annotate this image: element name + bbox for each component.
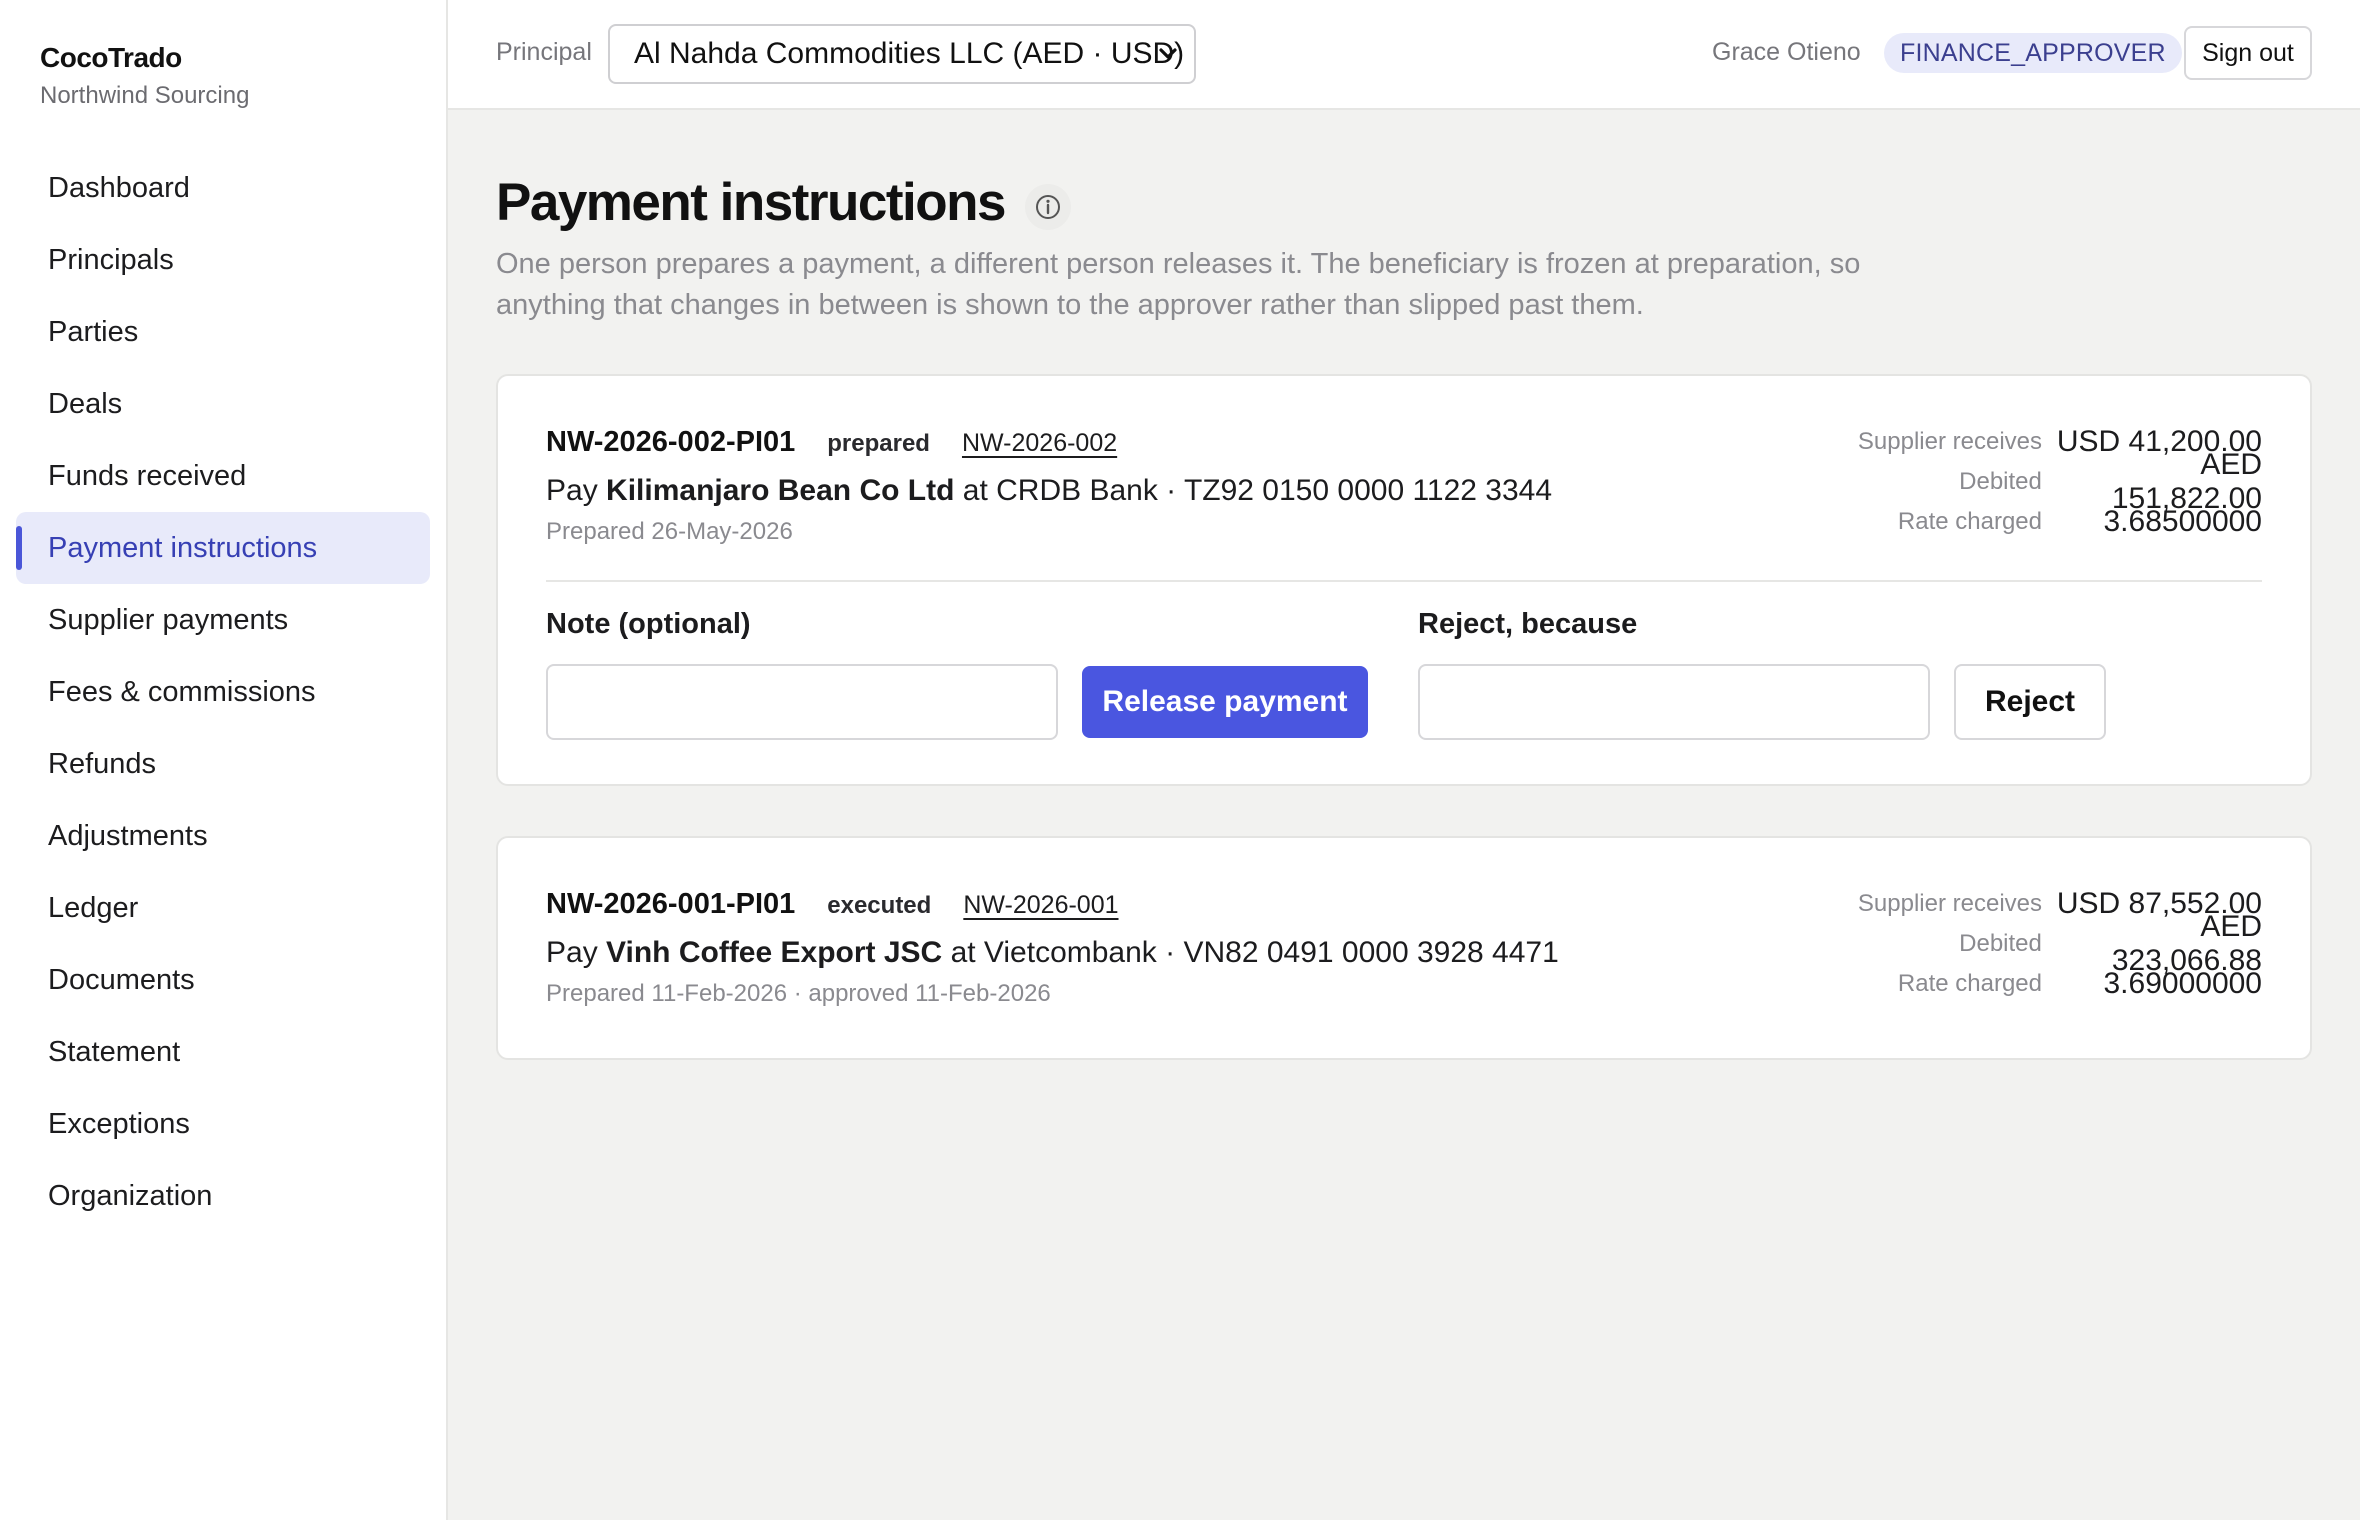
beneficiary-line: Pay Kilimanjaro Bean Co Ltd at CRDB Bank… xyxy=(546,474,1552,508)
page-title: Payment instructions xyxy=(496,173,1006,232)
sidebar-item-documents[interactable]: Documents xyxy=(16,944,430,1016)
sidebar-item-parties[interactable]: Parties xyxy=(16,296,430,368)
instruction-header: NW-2026-001-PI01 executed NW-2026-001 xyxy=(546,888,1119,921)
deal-link[interactable]: NW-2026-001 xyxy=(963,891,1118,920)
sidebar-item-refunds[interactable]: Refunds xyxy=(16,728,430,800)
instruction-header: NW-2026-002-PI01 prepared NW-2026-002 xyxy=(546,426,1117,459)
title-row: Payment instructions xyxy=(496,172,1071,233)
rate-value: 3.69000000 xyxy=(2103,967,2263,1000)
sidebar-item-principals[interactable]: Principals xyxy=(16,224,430,296)
payment-instruction-card: NW-2026-001-PI01 executed NW-2026-001 Pa… xyxy=(496,836,2312,1060)
info-icon[interactable] xyxy=(1024,183,1071,230)
sidebar-item-payment-instructions[interactable]: Payment instructions xyxy=(16,512,430,584)
sign-out-button[interactable]: Sign out xyxy=(2184,26,2312,80)
sidebar-item-deals[interactable]: Deals xyxy=(16,368,430,440)
amounts-summary: Supplier receives USD 87,552.00 Debited … xyxy=(1702,884,2262,1004)
sidebar-item-funds-received[interactable]: Funds received xyxy=(16,440,430,512)
sidebar-item-dashboard[interactable]: Dashboard xyxy=(16,152,430,224)
rate-row: Rate charged 3.69000000 xyxy=(1702,964,2262,1004)
amounts-summary: Supplier receives USD 41,200.00 Debited … xyxy=(1702,422,2262,542)
user-name: Grace Otieno xyxy=(1712,38,1861,66)
sidebar-item-exceptions[interactable]: Exceptions xyxy=(16,1088,430,1160)
reject-button[interactable]: Reject xyxy=(1954,664,2106,740)
instruction-id: NW-2026-002-PI01 xyxy=(546,426,796,458)
sidebar-item-organization[interactable]: Organization xyxy=(16,1160,430,1232)
debited-label: Debited xyxy=(1959,468,2042,495)
bank-details: at CRDB Bank · TZ92 0150 0000 1122 3344 xyxy=(962,474,1553,507)
beneficiary-line: Pay Vinh Coffee Export JSC at Vietcomban… xyxy=(546,936,1559,970)
supplier-receives-label: Supplier receives xyxy=(1857,890,2042,917)
rate-row: Rate charged 3.68500000 xyxy=(1702,502,2262,542)
brand-name: CocoTrado xyxy=(40,42,182,73)
instruction-meta: Prepared 26-May-2026 xyxy=(546,518,793,545)
sidebar-item-fees-commissions[interactable]: Fees & commissions xyxy=(16,656,430,728)
reject-reason-label: Reject, because xyxy=(1418,608,1638,640)
principal-label: Principal xyxy=(496,38,592,66)
release-payment-button[interactable]: Release payment xyxy=(1082,666,1368,738)
supplier-receives-label: Supplier receives xyxy=(1857,428,2042,455)
top-bar: Principal Al Nahda Commodities LLC (AED … xyxy=(448,0,2360,110)
note-label: Note (optional) xyxy=(546,608,751,640)
debited-row: Debited AED 323,066.88 xyxy=(1702,910,2262,977)
reject-reason-input[interactable] xyxy=(1418,664,1930,740)
sidebar-item-supplier-payments[interactable]: Supplier payments xyxy=(16,584,430,656)
brand: CocoTrado Northwind Sourcing xyxy=(40,42,249,110)
debited-row: Debited AED 151,822.00 xyxy=(1702,448,2262,515)
page-subtitle: One person prepares a payment, a differe… xyxy=(496,248,1861,321)
pay-prefix: Pay xyxy=(546,474,598,507)
brand-subtitle: Northwind Sourcing xyxy=(40,82,250,109)
sidebar-item-adjustments[interactable]: Adjustments xyxy=(16,800,430,872)
rate-label: Rate charged xyxy=(1897,970,2042,997)
payment-instruction-card: NW-2026-002-PI01 prepared NW-2026-002 Pa… xyxy=(496,374,2312,786)
status-badge: executed xyxy=(827,892,932,919)
role-badge: FINANCE_APPROVER xyxy=(1884,33,2182,73)
beneficiary-name: Kilimanjaro Bean Co Ltd xyxy=(606,474,955,507)
bank-details: at Vietcombank · VN82 0491 0000 3928 447… xyxy=(950,936,1559,969)
rate-label: Rate charged xyxy=(1897,508,2042,535)
sidebar: CocoTrado Northwind Sourcing Dashboard P… xyxy=(0,0,448,1520)
sidebar-item-statement[interactable]: Statement xyxy=(16,1016,430,1088)
sidebar-nav: Dashboard Principals Parties Deals Funds… xyxy=(16,152,430,1232)
sidebar-item-ledger[interactable]: Ledger xyxy=(16,872,430,944)
principal-select[interactable]: Al Nahda Commodities LLC (AED · USD) xyxy=(608,24,1196,84)
deal-link[interactable]: NW-2026-002 xyxy=(962,429,1117,458)
beneficiary-name: Vinh Coffee Export JSC xyxy=(606,936,943,969)
pay-prefix: Pay xyxy=(546,936,598,969)
chevron-down-icon xyxy=(1158,26,1178,103)
instruction-id: NW-2026-001-PI01 xyxy=(546,888,796,920)
debited-label: Debited xyxy=(1959,930,2042,957)
instruction-meta: Prepared 11-Feb-2026 · approved 11-Feb-2… xyxy=(546,980,1051,1007)
status-badge: prepared xyxy=(827,430,930,457)
principal-select-value: Al Nahda Commodities LLC (AED · USD) xyxy=(634,37,1185,70)
note-input[interactable] xyxy=(546,664,1058,740)
divider xyxy=(546,580,2262,582)
rate-value: 3.68500000 xyxy=(2103,505,2263,538)
